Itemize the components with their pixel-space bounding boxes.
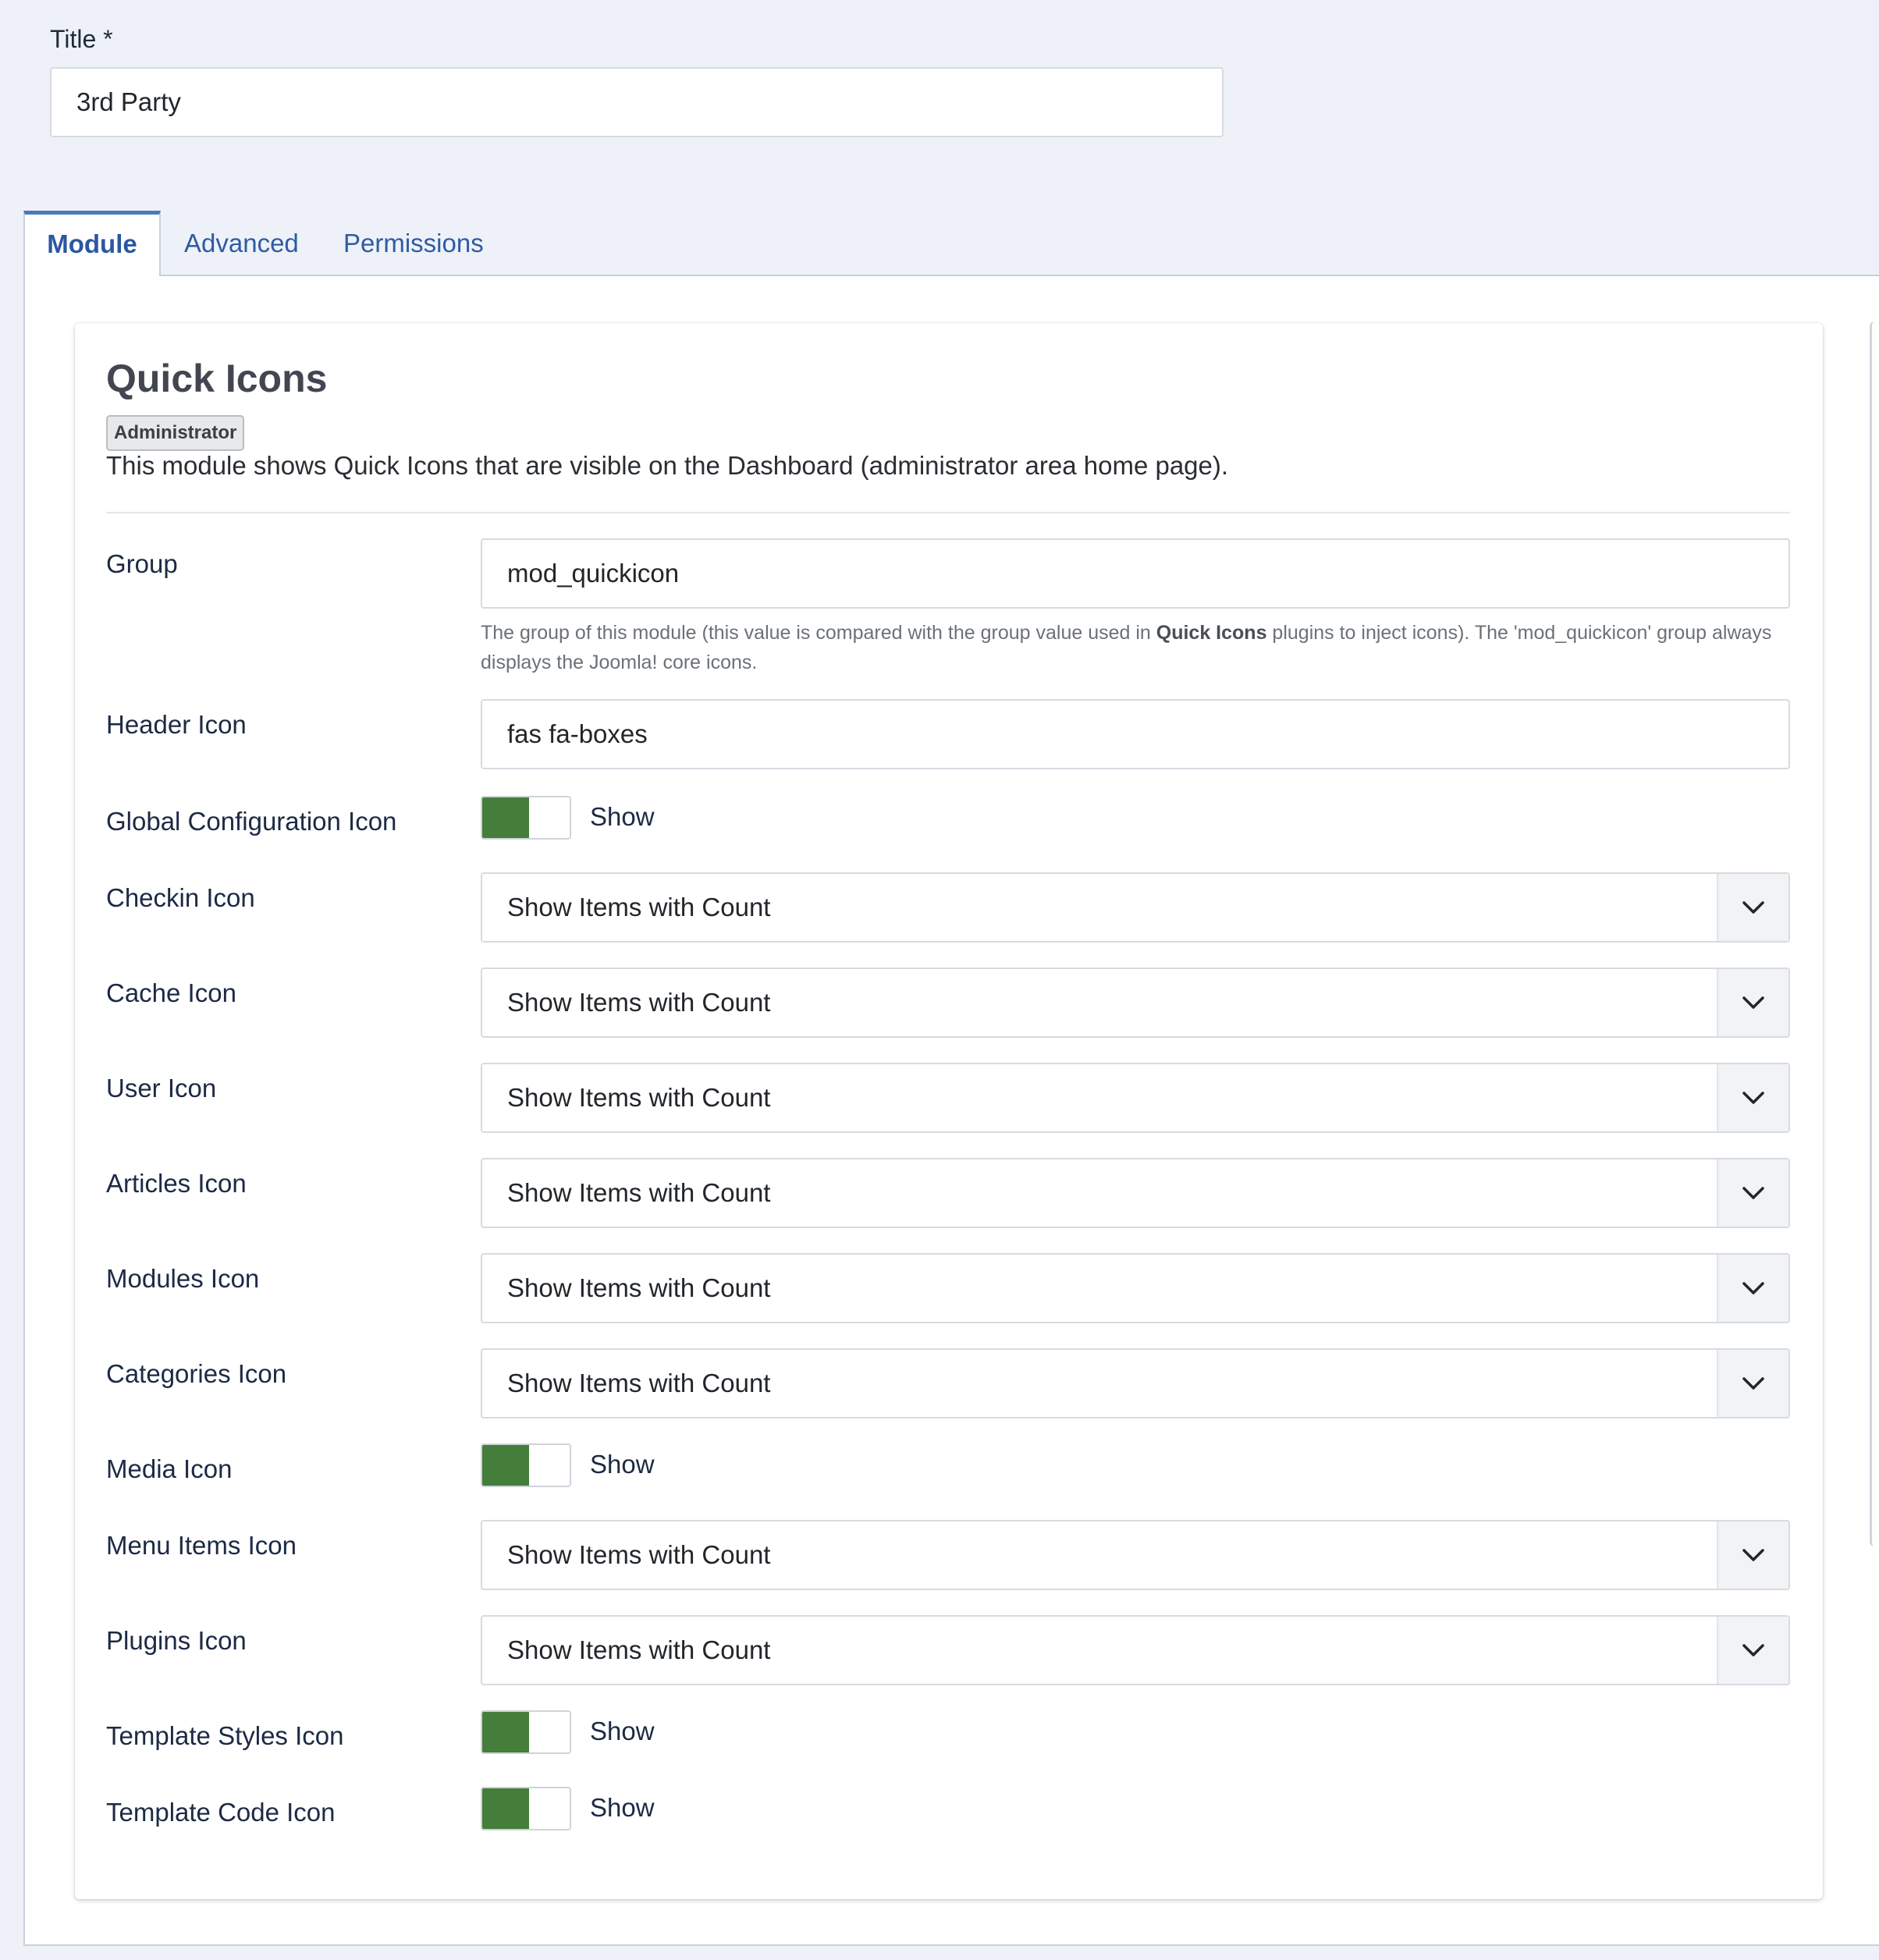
tab-bar: Module Advanced Permissions xyxy=(23,211,1879,278)
articles-icon-select[interactable]: Show Items with Count xyxy=(481,1158,1790,1228)
group-help-bold: Quick Icons xyxy=(1156,622,1267,644)
modules-icon-label: Modules Icon xyxy=(106,1264,260,1293)
client-badge: Administrator xyxy=(106,415,245,451)
module-edit-page: Title * Module Advanced Permissions Quic… xyxy=(0,0,1879,1960)
chevron-down-icon xyxy=(1717,1617,1788,1684)
user-icon-value: Show Items with Count xyxy=(507,1083,771,1112)
articles-icon-label: Articles Icon xyxy=(106,1169,247,1198)
chevron-down-icon xyxy=(1717,1521,1788,1589)
checkin-icon-label: Checkin Icon xyxy=(106,883,255,912)
user-icon-label: User Icon xyxy=(106,1074,217,1102)
chevron-down-icon xyxy=(1717,1159,1788,1227)
chevron-down-icon xyxy=(1717,969,1788,1036)
tab-module[interactable]: Module xyxy=(23,211,161,278)
chevron-down-icon xyxy=(1717,1350,1788,1417)
side-panel-edge xyxy=(1870,321,1879,1546)
categories-icon-select[interactable]: Show Items with Count xyxy=(481,1348,1790,1419)
menu-items-icon-select[interactable]: Show Items with Count xyxy=(481,1520,1790,1590)
plugins-icon-value: Show Items with Count xyxy=(507,1635,771,1664)
template-code-icon-label: Template Code Icon xyxy=(106,1798,336,1827)
chevron-down-icon xyxy=(1717,1255,1788,1322)
title-input[interactable] xyxy=(50,67,1224,137)
chevron-down-icon xyxy=(1717,874,1788,941)
chevron-down-icon xyxy=(1717,1064,1788,1131)
cache-icon-value: Show Items with Count xyxy=(507,988,771,1017)
template-code-icon-toggle[interactable] xyxy=(481,1787,571,1830)
menu-items-icon-label: Menu Items Icon xyxy=(106,1531,297,1560)
categories-icon-value: Show Items with Count xyxy=(507,1369,771,1397)
template-styles-icon-state: Show xyxy=(590,1717,655,1745)
module-card: Quick Icons Administrator This module sh… xyxy=(75,323,1823,1899)
media-icon-state: Show xyxy=(590,1450,655,1479)
module-title: Quick Icons xyxy=(106,357,328,400)
header-icon-label: Header Icon xyxy=(106,710,247,739)
global-config-icon-state: Show xyxy=(590,802,655,831)
toggle-knob xyxy=(482,1712,529,1752)
media-icon-toggle[interactable] xyxy=(481,1443,571,1487)
checkin-icon-select[interactable]: Show Items with Count xyxy=(481,872,1790,943)
divider xyxy=(106,512,1790,513)
modules-icon-select[interactable]: Show Items with Count xyxy=(481,1253,1790,1323)
cache-icon-label: Cache Icon xyxy=(106,978,236,1007)
group-input[interactable] xyxy=(481,538,1790,609)
template-styles-icon-label: Template Styles Icon xyxy=(106,1721,344,1750)
menu-items-icon-value: Show Items with Count xyxy=(507,1540,771,1569)
media-icon-label: Media Icon xyxy=(106,1454,233,1483)
articles-icon-value: Show Items with Count xyxy=(507,1178,771,1207)
tab-permissions[interactable]: Permissions xyxy=(343,211,484,276)
checkin-icon-value: Show Items with Count xyxy=(507,893,771,921)
group-label: Group xyxy=(106,549,178,578)
global-config-icon-label: Global Configuration Icon xyxy=(106,807,397,836)
plugins-icon-select[interactable]: Show Items with Count xyxy=(481,1615,1790,1685)
group-help-text: The group of this module (this value is … xyxy=(481,622,1156,644)
cache-icon-select[interactable]: Show Items with Count xyxy=(481,968,1790,1038)
modules-icon-value: Show Items with Count xyxy=(507,1273,771,1302)
toggle-knob xyxy=(482,1788,529,1829)
title-label: Title * xyxy=(50,25,113,53)
plugins-icon-label: Plugins Icon xyxy=(106,1626,247,1655)
user-icon-select[interactable]: Show Items with Count xyxy=(481,1063,1790,1133)
toggle-knob xyxy=(482,797,529,838)
template-code-icon-state: Show xyxy=(590,1793,655,1822)
global-config-icon-toggle[interactable] xyxy=(481,796,571,840)
module-description: This module shows Quick Icons that are v… xyxy=(106,451,1229,480)
tab-advanced[interactable]: Advanced xyxy=(184,211,299,276)
toggle-knob xyxy=(482,1445,529,1486)
template-styles-icon-toggle[interactable] xyxy=(481,1710,571,1754)
header-icon-input[interactable] xyxy=(481,699,1790,769)
categories-icon-label: Categories Icon xyxy=(106,1359,287,1388)
group-help: The group of this module (this value is … xyxy=(481,618,1790,677)
